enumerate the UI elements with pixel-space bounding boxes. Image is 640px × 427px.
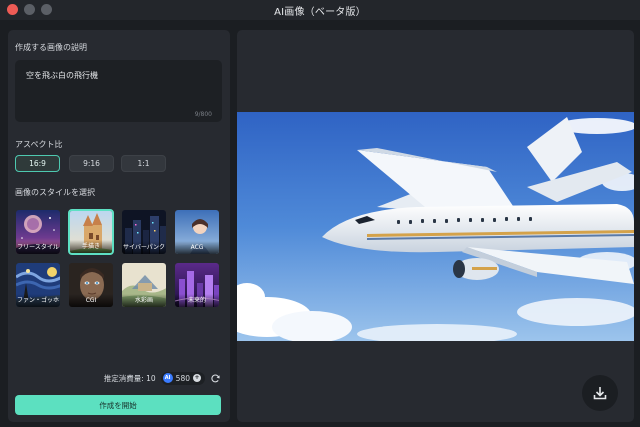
download-icon — [593, 387, 607, 400]
style-acg-label: ACG — [175, 241, 219, 254]
style-cgi[interactable]: CGI — [68, 262, 114, 308]
maximize-window-button[interactable] — [41, 4, 52, 15]
window-controls — [7, 4, 52, 15]
aspect-label: アスペクト比 — [15, 140, 63, 149]
ai-credit-icon: AI — [162, 373, 173, 383]
style-freestyle-label: フリースタイル — [16, 241, 60, 254]
aspect-16-9-button[interactable]: 16:9 — [15, 155, 60, 172]
style-handdrawn-label: 手描き — [70, 240, 112, 253]
generated-airplane-image — [237, 112, 634, 341]
add-credit-icon[interactable]: + — [193, 374, 201, 382]
style-cyberpunk-label: サイバーパンク — [122, 241, 166, 254]
preview-panel — [237, 30, 634, 422]
cost-row: 推定消費量: 10 AI 580 + — [8, 371, 230, 385]
credit-count: 580 — [175, 373, 190, 383]
style-watercolor-label: 水彩画 — [122, 294, 166, 307]
title-bar: AI画像（ベータ版） — [0, 0, 640, 20]
style-cgi-label: CGI — [69, 294, 113, 307]
style-van-gogh[interactable]: ファン・ゴッホ — [15, 262, 61, 308]
style-futuristic-label: 未来的 — [175, 294, 219, 307]
char-count: 9/800 — [194, 111, 212, 118]
prompt-input[interactable]: 空を飛ぶ白の飛行機 9/800 — [15, 60, 222, 122]
style-watercolor[interactable]: 水彩画 — [121, 262, 167, 308]
minimize-window-button[interactable] — [24, 4, 35, 15]
download-button[interactable] — [582, 375, 618, 411]
style-van-gogh-label: ファン・ゴッホ — [16, 294, 60, 307]
window-title: AI画像（ベータ版） — [274, 6, 366, 18]
style-futuristic[interactable]: 未来的 — [174, 262, 220, 308]
estimated-cost: 推定消費量: 10 — [103, 373, 156, 383]
refresh-icon[interactable] — [210, 373, 220, 383]
credit-balance[interactable]: AI 580 + — [160, 371, 205, 385]
settings-panel: 作成する画像の説明 空を飛ぶ白の飛行機 9/800 アスペクト比 16:9 9:… — [8, 30, 230, 422]
style-freestyle[interactable]: フリースタイル — [15, 209, 61, 255]
style-acg[interactable]: ACG — [174, 209, 220, 255]
style-label: 画像のスタイルを選択 — [15, 188, 95, 197]
start-create-button[interactable]: 作成を開始 — [15, 395, 221, 415]
style-cyberpunk[interactable]: サイバーパンク — [121, 209, 167, 255]
style-handdrawn[interactable]: 手描き — [68, 209, 114, 255]
prompt-label: 作成する画像の説明 — [15, 43, 87, 52]
aspect-9-16-button[interactable]: 9:16 — [69, 155, 114, 172]
aspect-1-1-button[interactable]: 1:1 — [121, 155, 166, 172]
close-window-button[interactable] — [7, 4, 18, 15]
prompt-text: 空を飛ぶ白の飛行機 — [26, 71, 98, 80]
